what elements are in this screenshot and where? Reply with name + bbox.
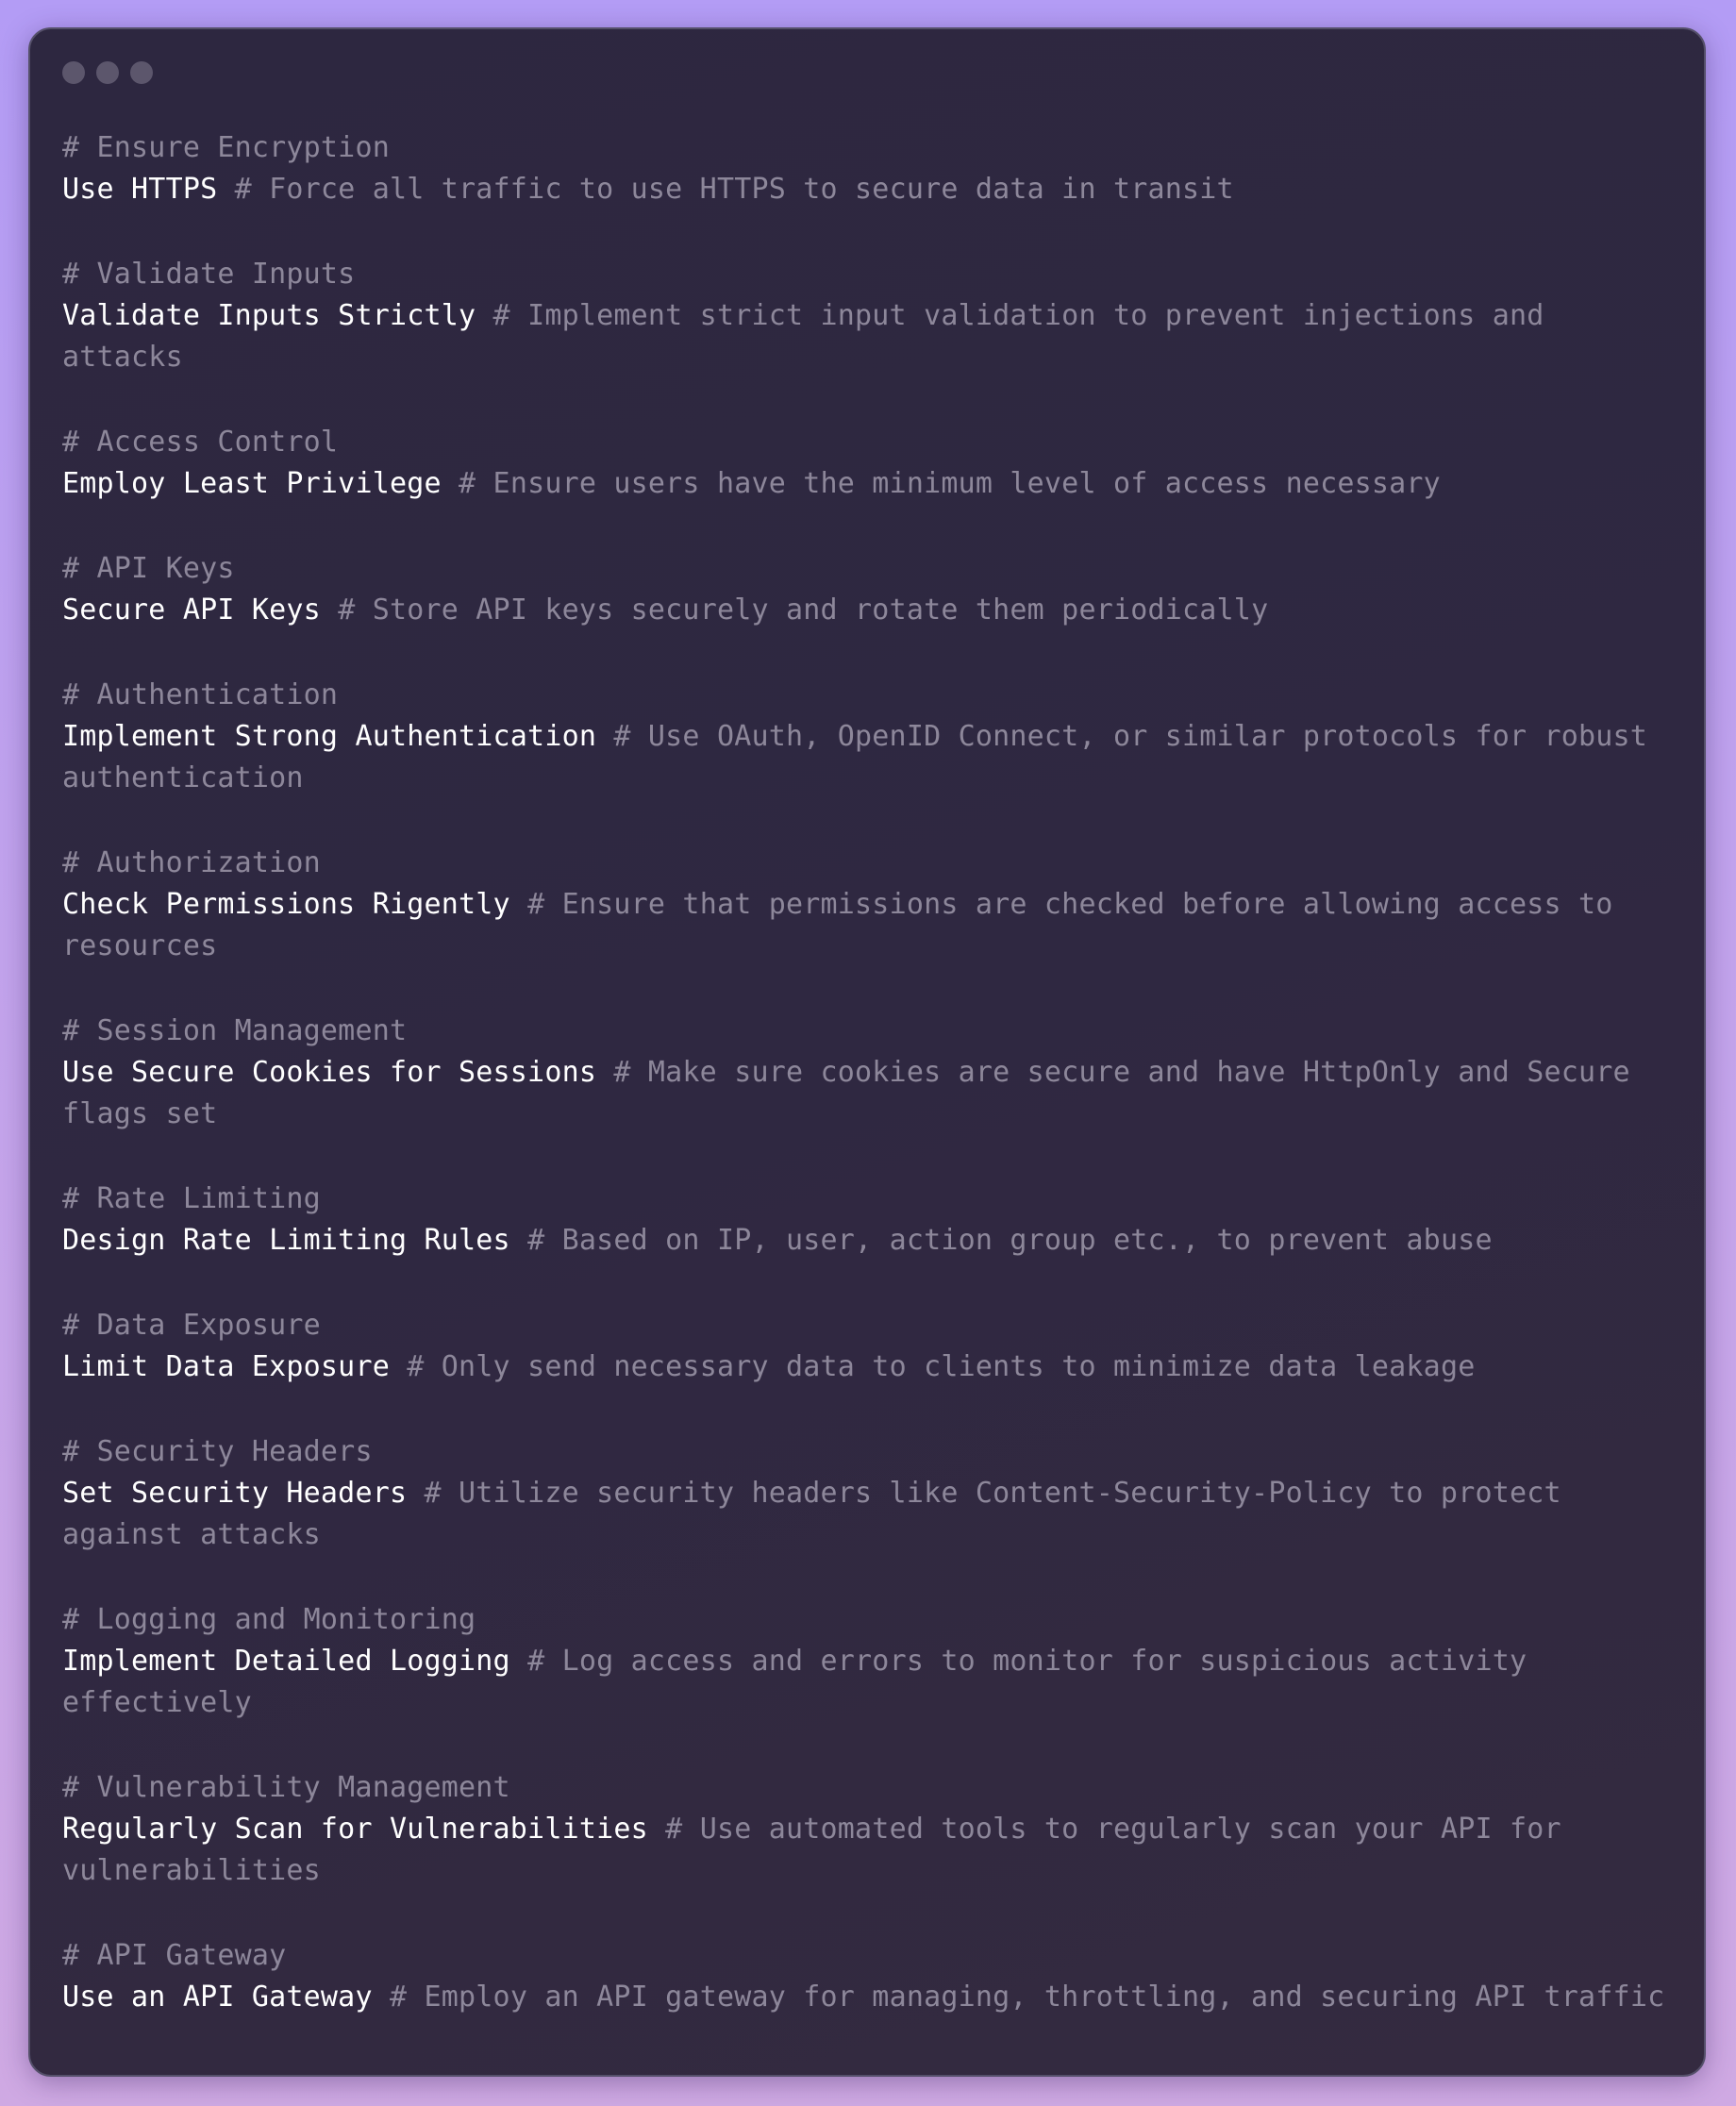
command-text: Employ Least Privilege	[62, 467, 442, 500]
comment-text: # Force all traffic to use HTTPS to secu…	[234, 173, 1234, 206]
code-block: # Authorization Check Permissions Rigent…	[62, 843, 1680, 967]
command-text: Use Secure Cookies for Sessions	[62, 1056, 597, 1089]
code-block: # Access Control Employ Least Privilege …	[62, 422, 1680, 505]
code-block: # API Gateway Use an API Gateway # Emplo…	[62, 1935, 1680, 2018]
window-dot-icon[interactable]	[130, 61, 153, 84]
code-line: Use an API Gateway # Employ an API gatew…	[62, 1977, 1680, 2018]
code-block: # API Keys Secure API Keys # Store API k…	[62, 548, 1680, 631]
section-heading: # API Gateway	[62, 1939, 287, 1972]
comment-text: # Ensure users have the minimum level of…	[459, 467, 1441, 500]
code-line: Set Security Headers # Utilize security …	[62, 1473, 1680, 1556]
command-text: Use HTTPS	[62, 173, 218, 206]
code-window: # Ensure Encryption Use HTTPS # Force al…	[28, 27, 1706, 2077]
code-line: Implement Strong Authentication # Use OA…	[62, 716, 1680, 799]
section-heading: # Ensure Encryption	[62, 131, 390, 164]
code-line: Design Rate Limiting Rules # Based on IP…	[62, 1220, 1680, 1262]
window-dot-icon[interactable]	[62, 61, 85, 84]
section-heading: # Data Exposure	[62, 1309, 321, 1342]
code-line: Limit Data Exposure # Only send necessar…	[62, 1346, 1680, 1388]
comment-text: # Employ an API gateway for managing, th…	[389, 1981, 1665, 2014]
code-line: Check Permissions Rigently # Ensure that…	[62, 884, 1680, 967]
command-text: Check Permissions Rigently	[62, 888, 510, 921]
section-heading: # Logging and Monitoring	[62, 1603, 476, 1636]
command-text: Implement Strong Authentication	[62, 720, 597, 753]
command-text: Validate Inputs Strictly	[62, 299, 476, 332]
section-heading: # Vulnerability Management	[62, 1771, 510, 1804]
code-line: Implement Detailed Logging # Log access …	[62, 1641, 1680, 1724]
section-heading: # API Keys	[62, 552, 235, 585]
code-block: # Session Management Use Secure Cookies …	[62, 1011, 1680, 1135]
section-heading: # Security Headers	[62, 1435, 373, 1468]
code-block: # Validate Inputs Validate Inputs Strict…	[62, 254, 1680, 378]
code-block: # Ensure Encryption Use HTTPS # Force al…	[62, 127, 1680, 210]
section-heading: # Rate Limiting	[62, 1182, 321, 1215]
code-content: # Ensure Encryption Use HTTPS # Force al…	[62, 127, 1680, 2062]
code-block: # Logging and Monitoring Implement Detai…	[62, 1599, 1680, 1724]
code-line: Employ Least Privilege # Ensure users ha…	[62, 463, 1680, 505]
section-heading: # Authentication	[62, 678, 339, 711]
command-text: Design Rate Limiting Rules	[62, 1224, 510, 1257]
window-dot-icon[interactable]	[96, 61, 119, 84]
code-line: Secure API Keys # Store API keys securel…	[62, 590, 1680, 631]
code-line: Validate Inputs Strictly # Implement str…	[62, 295, 1680, 378]
command-text: Regularly Scan for Vulnerabilities	[62, 1813, 648, 1846]
comment-text: # Only send necessary data to clients to…	[407, 1350, 1476, 1383]
comment-text: # Based on IP, user, action group etc., …	[527, 1224, 1493, 1257]
command-text: Implement Detailed Logging	[62, 1645, 510, 1678]
code-line: Use Secure Cookies for Sessions # Make s…	[62, 1052, 1680, 1135]
window-controls	[62, 61, 153, 84]
section-heading: # Access Control	[62, 426, 339, 459]
command-text: Limit Data Exposure	[62, 1350, 390, 1383]
code-line: Regularly Scan for Vulnerabilities # Use…	[62, 1809, 1680, 1892]
section-heading: # Authorization	[62, 846, 321, 879]
command-text: Secure API Keys	[62, 593, 321, 627]
code-block: # Rate Limiting Design Rate Limiting Rul…	[62, 1178, 1680, 1262]
code-line: Use HTTPS # Force all traffic to use HTT…	[62, 169, 1680, 210]
comment-text: # Store API keys securely and rotate the…	[338, 593, 1269, 627]
code-block: # Authentication Implement Strong Authen…	[62, 675, 1680, 799]
code-block: # Vulnerability Management Regularly Sca…	[62, 1767, 1680, 1892]
command-text: Use an API Gateway	[62, 1981, 373, 2014]
code-block: # Security Headers Set Security Headers …	[62, 1431, 1680, 1556]
section-heading: # Session Management	[62, 1014, 408, 1047]
code-block: # Data Exposure Limit Data Exposure # On…	[62, 1305, 1680, 1388]
command-text: Set Security Headers	[62, 1477, 408, 1510]
section-heading: # Validate Inputs	[62, 258, 356, 291]
